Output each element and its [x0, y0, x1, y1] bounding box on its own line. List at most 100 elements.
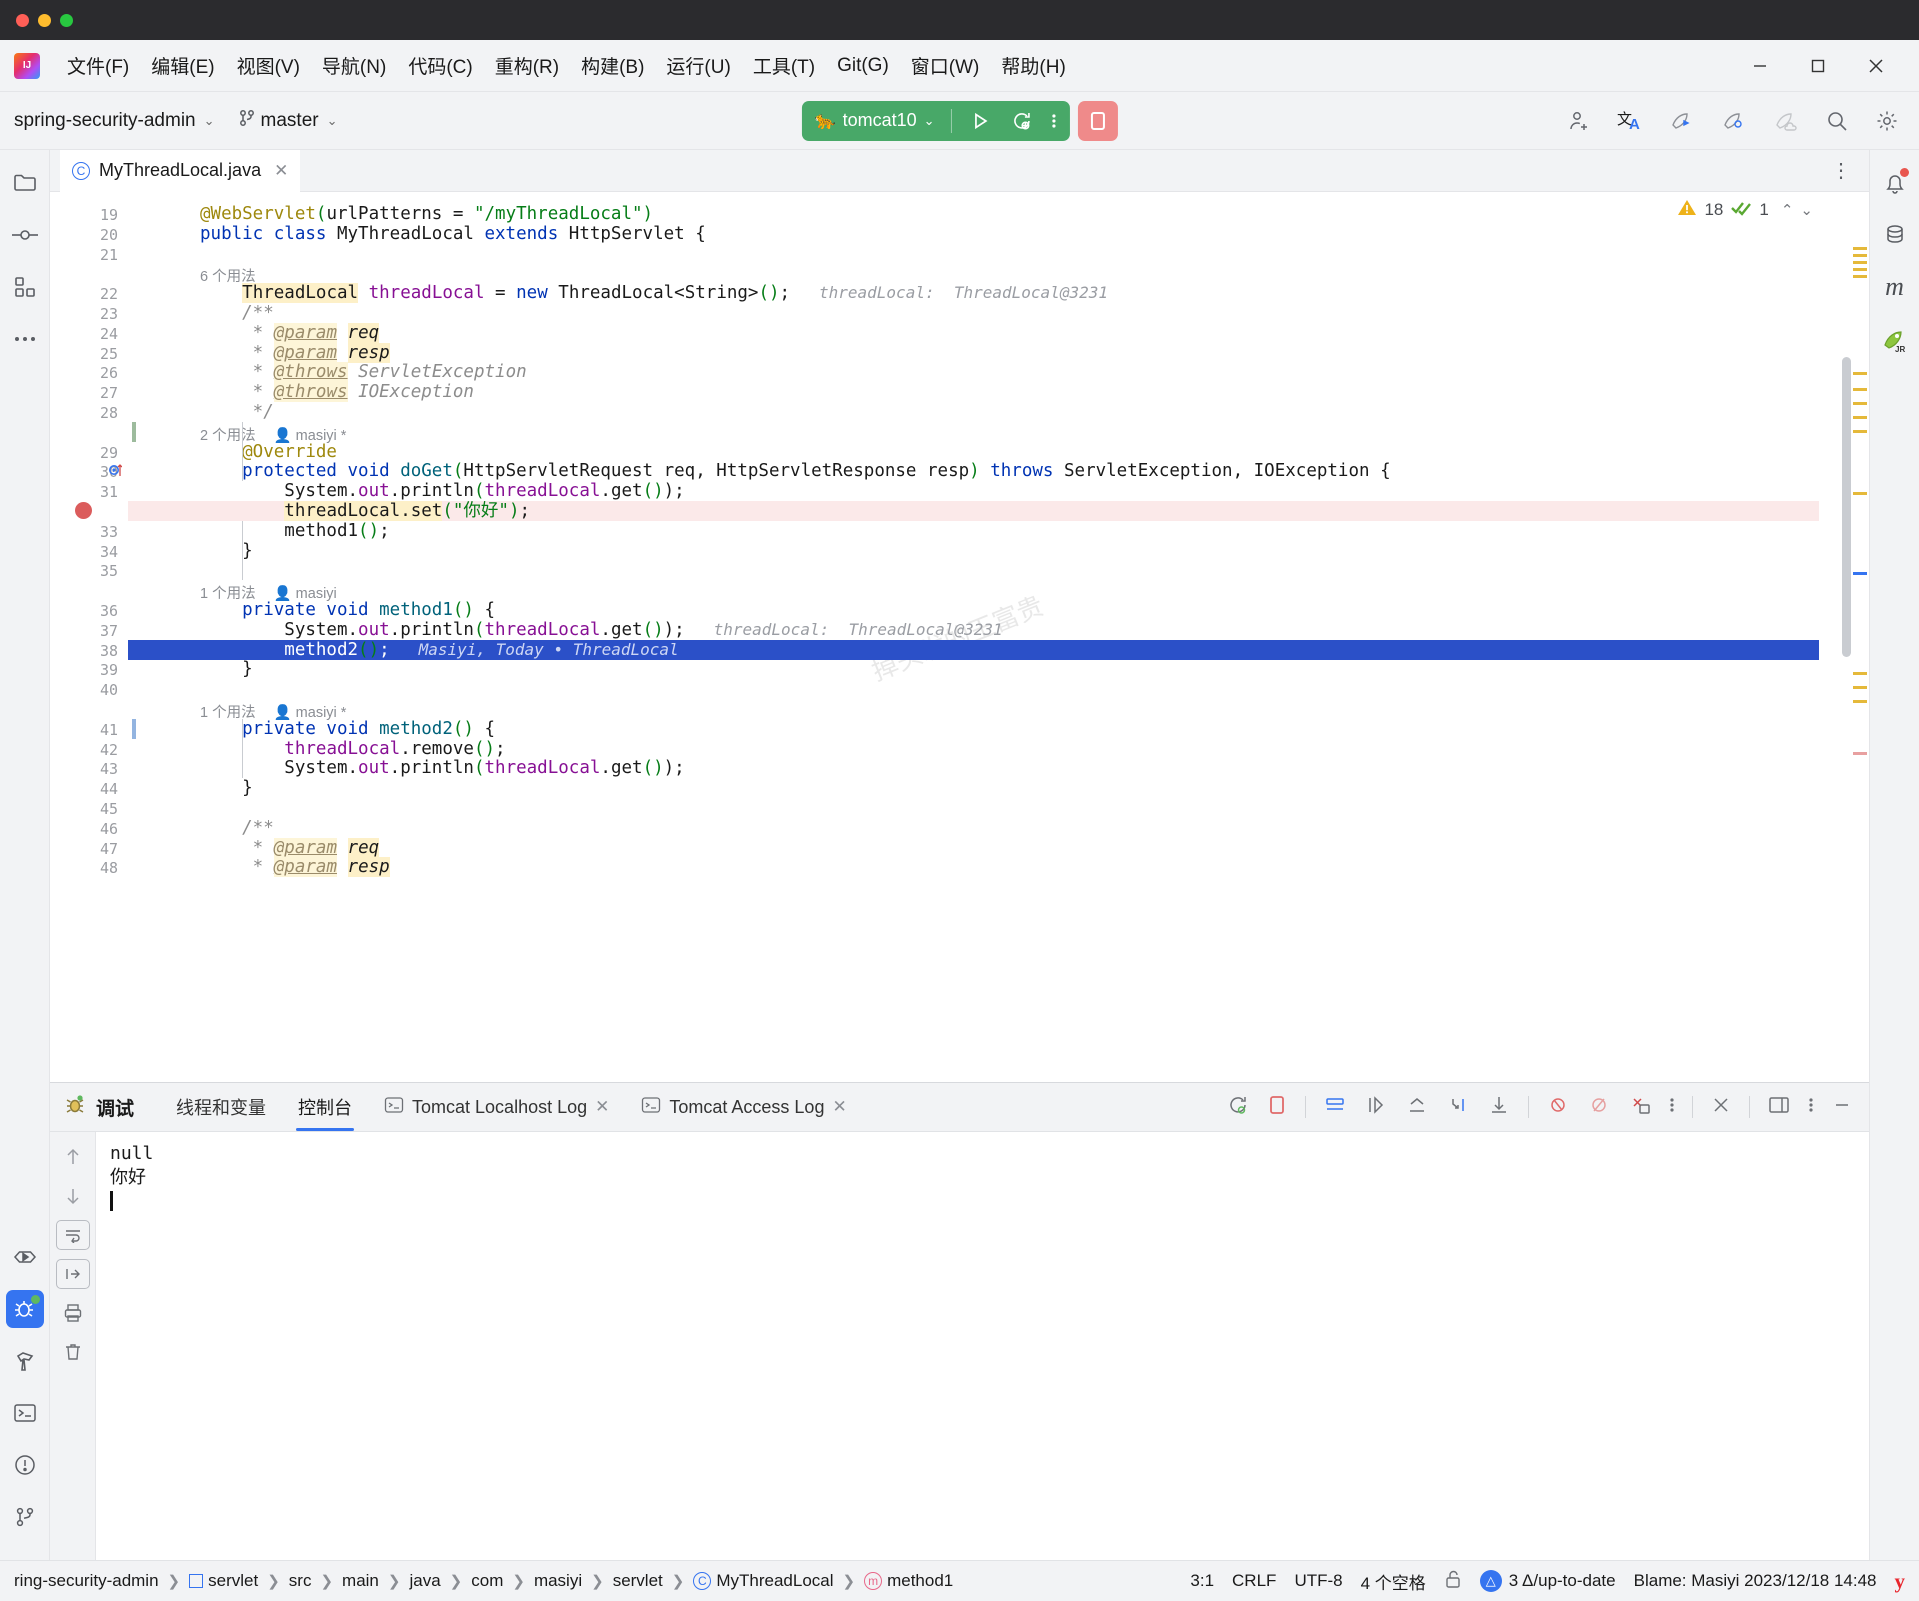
vcs-status[interactable]: △ 3 Δ/up-to-date: [1479, 1570, 1616, 1592]
run-more-icon[interactable]: [1042, 110, 1066, 132]
breadcrumb-item[interactable]: servlet: [189, 1571, 258, 1591]
file-encoding[interactable]: UTF-8: [1294, 1571, 1342, 1591]
code-line[interactable]: }: [128, 541, 1819, 561]
breadcrumb-item[interactable]: ring-security-admin: [14, 1571, 159, 1591]
editor-gutter[interactable]: 19 20 21 22 23 24 25 26 27 28 29 30 31 33 34 35 36 37 38 39…: [50, 192, 128, 1082]
project-folder-icon[interactable]: [6, 164, 44, 202]
tab-localhost-close-icon[interactable]: ✕: [595, 1097, 609, 1117]
close-traffic-light[interactable]: [16, 13, 29, 27]
editor-tab-mythreadlocal[interactable]: C MyThreadLocal.java ✕: [60, 149, 301, 192]
breakpoint-marker[interactable]: [75, 502, 92, 519]
menu-navigate[interactable]: 导航(N): [311, 48, 397, 83]
code-line[interactable]: @Override: [128, 442, 1819, 462]
terminal-icon[interactable]: [6, 1394, 44, 1432]
error-stripe-mark[interactable]: [1853, 430, 1867, 433]
error-stripe-mark[interactable]: [1853, 700, 1867, 703]
error-stripe-mark[interactable]: [1853, 492, 1867, 495]
caret-position[interactable]: 3:1: [1190, 1571, 1214, 1591]
code-line[interactable]: System.out.println(threadLocal.get());: [128, 481, 1819, 501]
zoom-traffic-light[interactable]: [60, 13, 73, 27]
error-stripe-mark[interactable]: [1853, 572, 1867, 575]
layout-icon[interactable]: [1767, 1094, 1791, 1121]
step-over-icon[interactable]: [1364, 1094, 1388, 1121]
code-lines[interactable]: 掉头发的王富贵 @WebServlet(urlPatterns = "/myTh…: [128, 192, 1819, 1082]
code-line[interactable]: /**: [128, 818, 1819, 838]
minimize-traffic-light[interactable]: [38, 13, 51, 27]
rerun-debug-icon[interactable]: [1225, 1093, 1249, 1122]
code-line[interactable]: threadLocal.remove();: [128, 739, 1819, 759]
code-line[interactable]: * @param req: [128, 837, 1819, 858]
scroll-to-end-icon[interactable]: [55, 1259, 90, 1289]
code-editor[interactable]: 18 1 ⌃ ⌄ 19 20 21 22 23 24 25 26 27 28 29 30 31 33 34 3…: [50, 192, 1869, 1082]
window-close-button[interactable]: [1847, 41, 1905, 91]
method-run-icon[interactable]: [109, 463, 122, 478]
menu-code[interactable]: 代码(C): [397, 48, 483, 83]
code-line[interactable]: * @param resp: [128, 342, 1819, 363]
minimize-icon[interactable]: [1831, 1094, 1853, 1121]
disable-breakpoints-icon[interactable]: [1587, 1094, 1611, 1121]
code-line[interactable]: System.out.println(threadLocal.get()); t…: [128, 620, 1819, 640]
menu-tools[interactable]: 工具(T): [742, 48, 826, 83]
next-problem-icon[interactable]: ⌄: [1800, 201, 1813, 219]
code-line[interactable]: }: [128, 778, 1819, 798]
stop-icon[interactable]: [1266, 1093, 1288, 1122]
breadcrumb-item[interactable]: C MyThreadLocal: [693, 1571, 834, 1591]
tab-tomcat-localhost-log[interactable]: Tomcat Localhost Log ✕: [368, 1083, 625, 1131]
tab-threads-and-variables[interactable]: 线程和变量: [160, 1083, 282, 1131]
menu-help[interactable]: 帮助(H): [990, 48, 1076, 83]
error-stripe-mark[interactable]: [1853, 275, 1867, 278]
error-stripe-mark[interactable]: [1853, 261, 1867, 264]
add-user-icon[interactable]: [1567, 109, 1591, 133]
editor-error-stripe[interactable]: [1819, 192, 1869, 1082]
step-out-icon[interactable]: [1405, 1094, 1429, 1121]
code-line[interactable]: method1();: [128, 521, 1819, 541]
more-tool-windows-icon[interactable]: [6, 320, 44, 358]
error-stripe-mark[interactable]: [1853, 416, 1867, 419]
scroll-down-icon[interactable]: [56, 1181, 90, 1211]
code-line[interactable]: private void method1() {: [128, 600, 1819, 620]
menu-refactor[interactable]: 重构(R): [484, 48, 570, 83]
menu-build[interactable]: 构建(B): [570, 48, 655, 83]
menu-git[interactable]: Git(G): [826, 51, 900, 81]
rocket-debug-icon[interactable]: [1721, 109, 1747, 133]
debug-icon[interactable]: [5, 1290, 44, 1328]
code-line[interactable]: * @throws ServletException: [128, 362, 1819, 383]
code-line[interactable]: */: [128, 402, 1819, 422]
settings-gear-icon[interactable]: [1875, 109, 1899, 133]
error-stripe-mark[interactable]: [1853, 752, 1867, 755]
code-line[interactable]: System.out.println(threadLocal.get());: [128, 758, 1819, 778]
code-line[interactable]: * @param req: [128, 322, 1819, 343]
project-chevron-down-icon[interactable]: ⌄: [204, 113, 215, 129]
code-line[interactable]: * @param resp: [128, 857, 1819, 878]
breadcrumb-item[interactable]: servlet: [613, 1571, 663, 1591]
options-icon[interactable]: [1808, 1094, 1814, 1121]
build-hammer-icon[interactable]: [6, 1342, 44, 1380]
code-line[interactable]: threadLocal.set("你好");: [128, 501, 1819, 521]
error-stripe-mark[interactable]: [1853, 672, 1867, 675]
debug-more-icon[interactable]: [1669, 1094, 1675, 1121]
editor-scrollbar-thumb[interactable]: [1842, 357, 1851, 657]
error-stripe-mark[interactable]: [1853, 247, 1867, 250]
mute-breakpoints-icon[interactable]: [1546, 1094, 1570, 1121]
structure-icon[interactable]: [6, 268, 44, 306]
prev-problem-icon[interactable]: ⌃: [1781, 201, 1794, 219]
branch-chevron-down-icon[interactable]: ⌄: [327, 113, 338, 129]
error-stripe-mark[interactable]: [1853, 402, 1867, 405]
line-separator[interactable]: CRLF: [1232, 1571, 1276, 1591]
code-line[interactable]: @WebServlet(urlPatterns = "/myThreadLoca…: [128, 204, 1819, 224]
close-icon[interactable]: [1710, 1094, 1732, 1121]
editor-tab-close-icon[interactable]: ✕: [270, 161, 288, 181]
code-line[interactable]: * @throws IOException: [128, 382, 1819, 403]
run-icon[interactable]: [6, 1238, 44, 1276]
error-stripe-mark[interactable]: [1853, 388, 1867, 391]
code-line[interactable]: public class MyThreadLocal extends HttpS…: [128, 224, 1819, 244]
breadcrumb-item[interactable]: m method1: [864, 1571, 953, 1591]
maven-icon[interactable]: m: [1876, 268, 1914, 306]
window-maximize-button[interactable]: [1789, 41, 1847, 91]
console-output[interactable]: null 你好: [96, 1132, 1869, 1560]
commit-icon[interactable]: [6, 216, 44, 254]
evaluate-icon[interactable]: [1628, 1094, 1652, 1121]
breadcrumb-item[interactable]: main: [342, 1571, 379, 1591]
code-line[interactable]: [128, 560, 1819, 580]
menu-edit[interactable]: 编辑(E): [140, 48, 225, 83]
